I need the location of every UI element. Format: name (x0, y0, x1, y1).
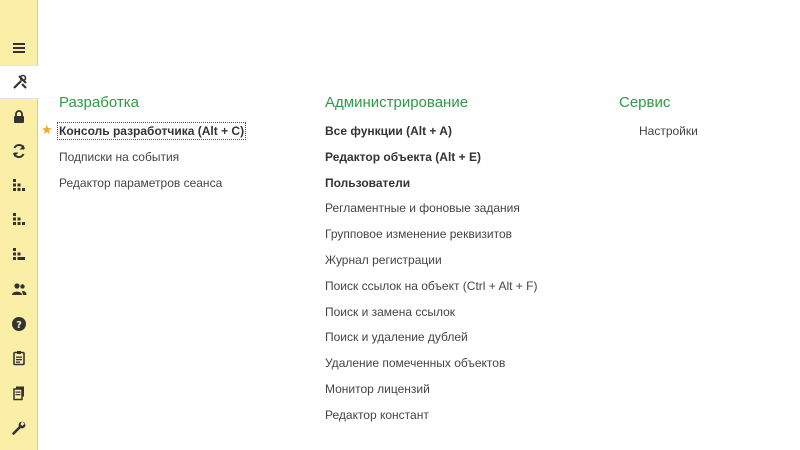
command-developer-console[interactable]: ★ Консоль разработчика (Alt + C) (41, 122, 247, 150)
structure-icon (13, 213, 25, 225)
sections-sidebar: ? (0, 0, 39, 450)
help-icon: ? (12, 317, 26, 331)
hierarchy-icon (13, 179, 25, 191)
command-constants-editor[interactable]: Редактор констант (325, 408, 537, 434)
section-sync-button[interactable] (0, 134, 38, 168)
main-menu-button[interactable] (0, 31, 38, 65)
section-title-administration: Администрирование (325, 94, 469, 111)
command-all-functions[interactable]: Все функции (Alt + A) (325, 124, 537, 150)
command-group-attribute-change[interactable]: Групповое изменение реквизитов (325, 227, 537, 253)
users-icon (12, 283, 27, 295)
menu-icon (13, 43, 25, 53)
section-tasks-button[interactable] (0, 341, 38, 375)
section-title-service: Сервис (619, 94, 671, 111)
svg-text:?: ? (16, 320, 22, 331)
section-help-button[interactable]: ? (0, 307, 38, 341)
section-security-button[interactable] (0, 100, 38, 134)
command-session-params-editor[interactable]: Редактор параметров сеанса (59, 176, 244, 202)
documents-icon (13, 386, 24, 401)
section-users-button[interactable] (0, 272, 38, 306)
wrench-icon (12, 421, 26, 435)
favorite-star-icon[interactable]: ★ (41, 123, 53, 137)
section-structure-button[interactable] (0, 202, 38, 236)
section-documents-button[interactable] (0, 376, 38, 410)
function-panel: Разработка ★ Консоль разработчика (Alt +… (39, 0, 800, 450)
tools-icon (12, 74, 27, 89)
command-object-editor[interactable]: Редактор объекта (Alt + E) (325, 150, 537, 176)
section-tools-button[interactable] (0, 65, 39, 99)
command-find-references[interactable]: Поиск ссылок на объект (Ctrl + Alt + F) (325, 279, 537, 305)
structure-alt-icon (13, 248, 25, 260)
command-event-log[interactable]: Журнал регистрации (325, 253, 537, 279)
command-settings[interactable]: Настройки (619, 124, 698, 150)
command-license-monitor[interactable]: Монитор лицензий (325, 382, 537, 408)
section-administration: Администрирование Все функции (Alt + A) … (325, 93, 537, 434)
refresh-icon (13, 143, 25, 159)
section-structure-alt-button[interactable] (0, 237, 38, 271)
command-users[interactable]: Пользователи (325, 176, 537, 202)
command-event-subscriptions[interactable]: Подписки на события (59, 150, 244, 176)
section-catalogs-button[interactable] (0, 168, 38, 202)
section-development: Разработка ★ Консоль разработчика (Alt +… (41, 93, 247, 202)
section-title-development: Разработка (59, 94, 139, 111)
section-settings-button[interactable] (0, 411, 38, 445)
section-service: Сервис Настройки (619, 93, 698, 150)
lock-icon (14, 110, 24, 123)
command-find-remove-duplicates[interactable]: Поиск и удаление дублей (325, 330, 537, 356)
clipboard-icon (13, 351, 25, 366)
command-find-replace-references[interactable]: Поиск и замена ссылок (325, 305, 537, 331)
command-scheduled-jobs[interactable]: Регламентные и фоновые задания (325, 201, 537, 227)
command-delete-marked-objects[interactable]: Удаление помеченных объектов (325, 356, 537, 382)
